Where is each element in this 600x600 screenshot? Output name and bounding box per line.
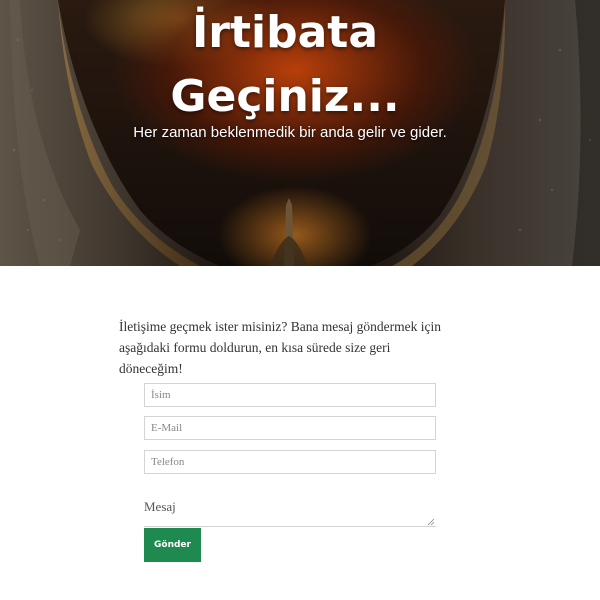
name-field[interactable] — [144, 383, 436, 407]
hero-title-line2: Geçiniz... — [170, 71, 400, 122]
send-button[interactable]: Gönder — [144, 528, 201, 562]
resize-grip-icon[interactable] — [427, 518, 435, 526]
hero-subtitle: Her zaman beklenmedik bir anda gelir ve … — [133, 124, 447, 141]
hero-banner: İrtibata Geçiniz... Her zaman beklenmedi… — [0, 0, 600, 266]
email-field[interactable] — [144, 416, 436, 440]
phone-field[interactable] — [144, 450, 436, 474]
contact-intro-text: İletişime geçmek ister misiniz? Bana mes… — [119, 319, 442, 376]
message-field[interactable] — [144, 510, 436, 527]
hero-title-line1: İrtibata — [191, 7, 379, 58]
